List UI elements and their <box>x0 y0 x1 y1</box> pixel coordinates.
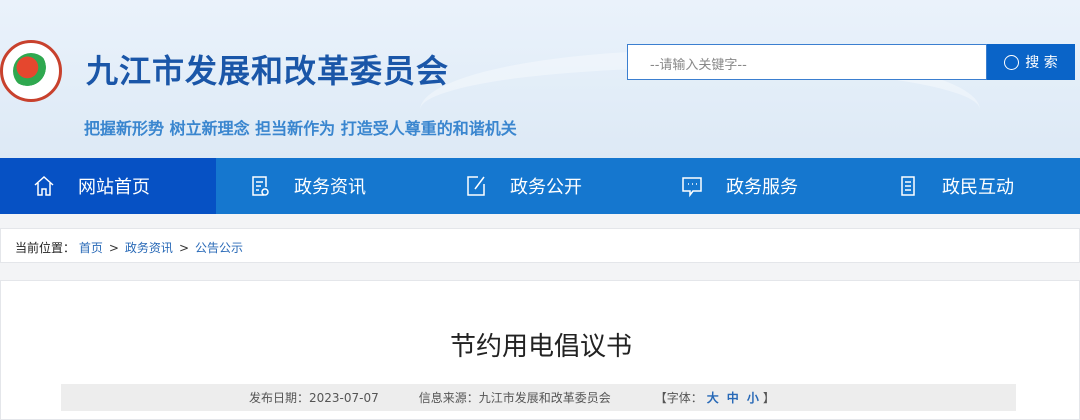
document-icon <box>901 176 915 196</box>
font-size-switcher: 【字体： 大中小】 <box>655 389 775 406</box>
font-large-button[interactable]: 大 <box>707 391 719 405</box>
breadcrumb-separator: > <box>108 241 119 255</box>
breadcrumb-label: 当前位置： <box>15 241 76 255</box>
breadcrumb-notices[interactable]: 公告公示 <box>195 241 243 255</box>
article-meta: 发布日期：2023-07-07 信息来源：九江市发展和改革委员会 【字体： 大中小… <box>61 384 1016 411</box>
breadcrumb-separator: > <box>178 241 189 255</box>
article-title: 节约用电倡议书 <box>449 332 632 362</box>
nav-interact[interactable]: 政民互动 <box>864 158 1080 214</box>
nav-label: 政民互动 <box>942 177 1014 198</box>
nav-label: 政务资讯 <box>294 177 366 198</box>
font-medium-button[interactable]: 中 <box>727 391 739 405</box>
breadcrumb: 当前位置： 首页 > 政务资讯 > 公告公示 <box>0 228 1080 263</box>
news-icon <box>252 176 269 196</box>
search-input[interactable]: --请输入关键字-- <box>627 44 987 80</box>
article-container: 节约用电倡议书 发布日期：2023-07-07 信息来源：九江市发展和改革委员会… <box>0 280 1080 420</box>
nav-open[interactable]: 政务公开 <box>432 158 648 214</box>
site-header: 九江市发展和改革委员会 把握新形势 树立新理念 担当新作为 打造受人尊重的和谐机… <box>0 0 1080 158</box>
nav-service[interactable]: 政务服务 <box>648 158 864 214</box>
breadcrumb-news[interactable]: 政务资讯 <box>125 241 173 255</box>
chat-icon <box>682 177 702 198</box>
info-source: 信息来源：九江市发展和改革委员会 <box>418 391 611 405</box>
publish-date: 发布日期：2023-07-07 <box>249 391 379 405</box>
nav-news[interactable]: 政务资讯 <box>216 158 432 214</box>
font-size-label: 【字体： <box>654 391 703 405</box>
font-small-button[interactable]: 小 <box>747 391 759 405</box>
site-slogan: 把握新形势 树立新理念 担当新作为 打造受人尊重的和谐机关 <box>84 119 517 138</box>
nav-label: 政务服务 <box>726 177 798 198</box>
search-button-label: 搜 索 <box>1025 55 1058 71</box>
nav-label: 政务公开 <box>510 177 582 198</box>
home-icon <box>34 175 54 196</box>
nav-label: 网站首页 <box>78 177 150 198</box>
breadcrumb-home[interactable]: 首页 <box>79 241 103 255</box>
font-size-close-bracket: 】 <box>762 391 775 405</box>
search-button[interactable]: 搜 索 <box>987 44 1075 80</box>
site-title: 九江市发展和改革委员会 <box>86 52 450 90</box>
site-logo[interactable] <box>0 40 62 102</box>
edit-icon <box>467 176 485 196</box>
search-icon <box>1004 54 1020 70</box>
nav-home[interactable]: 网站首页 <box>0 158 216 214</box>
main-nav: 网站首页 政务资讯 政务公开 政务服务 政民互动 <box>0 158 1080 214</box>
